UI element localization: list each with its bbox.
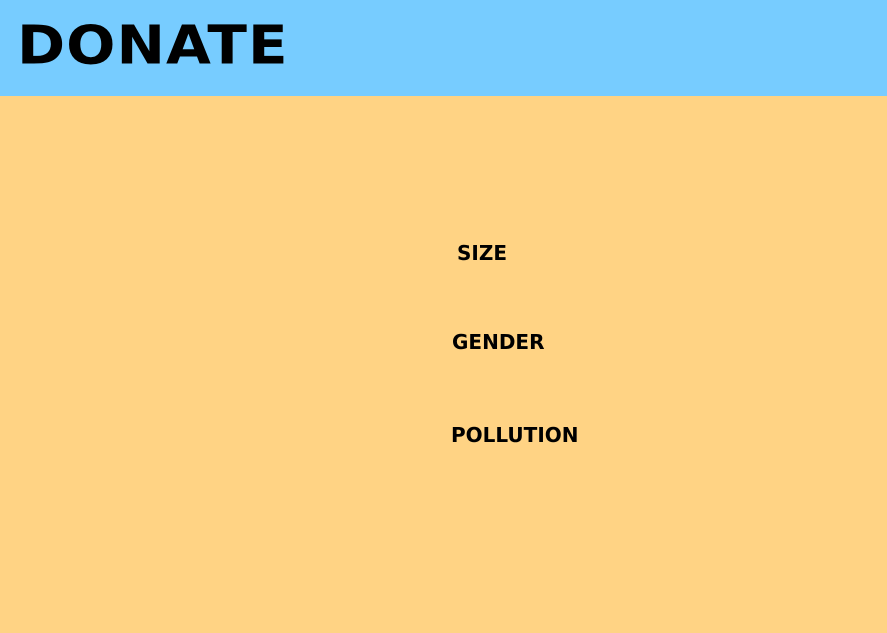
option-pollution[interactable]: POLLUTION — [451, 423, 579, 447]
page-title: DONATE — [17, 14, 289, 77]
option-size[interactable]: SIZE — [457, 241, 507, 265]
donate-page: DONATE SIZE GENDER POLLUTION — [0, 0, 887, 633]
option-gender[interactable]: GENDER — [452, 330, 544, 354]
header-bar: DONATE — [0, 0, 887, 96]
